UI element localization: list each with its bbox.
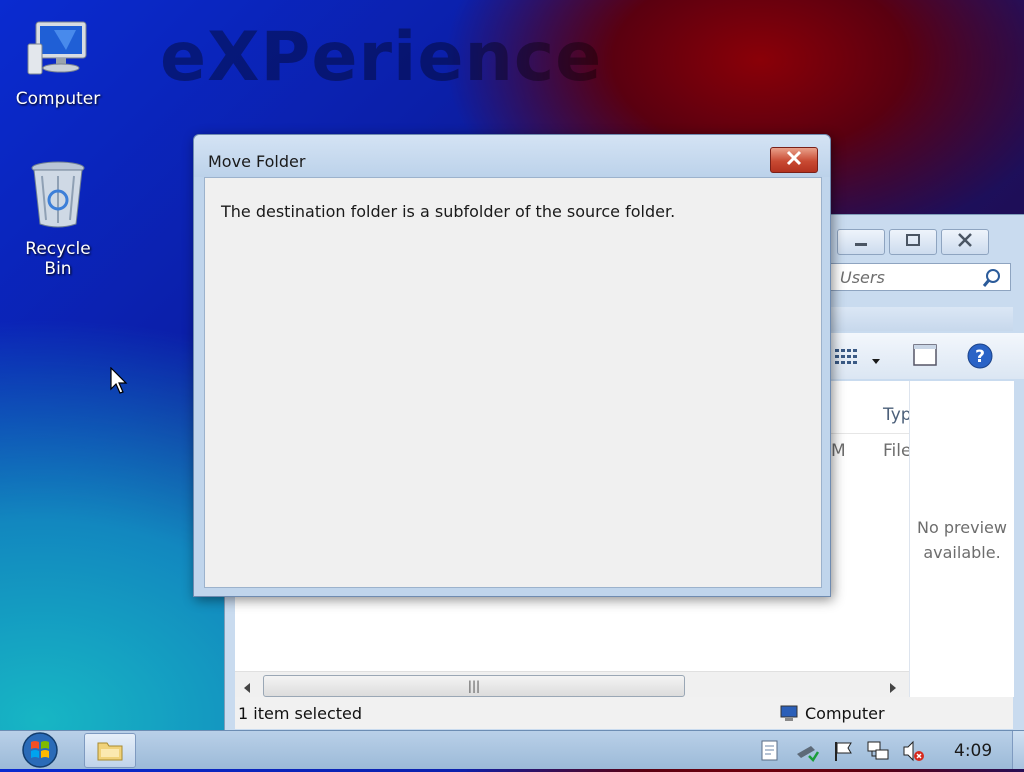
column-header[interactable]: Typ bbox=[831, 393, 912, 434]
computer-icon bbox=[13, 20, 103, 85]
search-input[interactable]: Users bbox=[825, 263, 1011, 291]
minimize-button[interactable] bbox=[837, 229, 885, 255]
status-selection: 1 item selected bbox=[238, 704, 363, 723]
wallpaper-watermark: eXPerience bbox=[160, 18, 603, 97]
desktop-icon-label: Computer bbox=[15, 89, 101, 109]
show-desktop-button[interactable] bbox=[1012, 731, 1024, 769]
network-icon[interactable] bbox=[866, 740, 889, 762]
menu-bar bbox=[825, 307, 1013, 331]
column-header-type: Typ bbox=[883, 405, 912, 425]
preview-pane: No preview available. bbox=[909, 381, 1014, 697]
minimize-icon bbox=[854, 233, 868, 251]
row-type-cell: File bbox=[883, 441, 912, 461]
close-button[interactable] bbox=[941, 229, 989, 255]
close-icon bbox=[957, 233, 973, 251]
recycle-bin-icon bbox=[13, 160, 103, 235]
network-tool-icon[interactable] bbox=[795, 740, 820, 762]
maximize-icon bbox=[905, 233, 921, 251]
close-icon bbox=[785, 150, 803, 170]
desktop-icon-label: Recycle Bin bbox=[25, 239, 91, 279]
preview-text-line1: No preview bbox=[917, 518, 1007, 537]
search-placeholder: Users bbox=[840, 268, 885, 287]
volume-muted-icon[interactable] bbox=[902, 740, 924, 762]
taskbar: 4:09 bbox=[0, 730, 1024, 769]
dialog-close-button[interactable] bbox=[770, 147, 818, 173]
start-button[interactable] bbox=[14, 732, 66, 768]
maximize-button[interactable] bbox=[889, 229, 937, 255]
action-center-flag-icon[interactable] bbox=[832, 740, 854, 762]
scrollbar-thumb[interactable]: ||| bbox=[263, 675, 685, 697]
taskbar-explorer-button[interactable] bbox=[84, 733, 136, 768]
views-icon[interactable] bbox=[835, 347, 861, 369]
folder-icon bbox=[97, 739, 123, 765]
scroll-right-icon[interactable] bbox=[889, 679, 897, 698]
help-icon[interactable]: ? bbox=[967, 343, 993, 373]
taskbar-clock[interactable]: 4:09 bbox=[954, 741, 992, 761]
desktop-icon-computer[interactable]: Computer bbox=[13, 20, 103, 109]
computer-small-icon bbox=[779, 705, 799, 727]
status-location: Computer bbox=[805, 704, 885, 723]
dialog-message: The destination folder is a subfolder of… bbox=[221, 202, 676, 221]
chevron-down-icon[interactable] bbox=[871, 351, 881, 370]
table-row[interactable]: M File bbox=[831, 437, 912, 465]
status-bar: 1 item selected Computer bbox=[235, 697, 1013, 729]
svg-text:?: ? bbox=[975, 347, 985, 367]
notes-icon[interactable] bbox=[760, 740, 782, 762]
dialog-body: The destination folder is a subfolder of… bbox=[204, 177, 822, 588]
move-folder-dialog: Move Folder The destination folder is a … bbox=[193, 134, 831, 597]
mouse-cursor-icon bbox=[110, 366, 128, 399]
preview-pane-icon[interactable] bbox=[913, 343, 937, 371]
desktop-icon-recycle-bin[interactable]: Recycle Bin bbox=[13, 160, 103, 279]
dialog-title: Move Folder bbox=[208, 152, 306, 171]
horizontal-scrollbar[interactable]: ||| bbox=[235, 671, 909, 698]
windows-logo-icon bbox=[14, 732, 66, 772]
dialog-titlebar[interactable]: Move Folder bbox=[194, 135, 830, 177]
preview-text-line2: available. bbox=[923, 543, 1001, 562]
scroll-left-icon[interactable] bbox=[243, 679, 251, 698]
row-date-cell: M bbox=[831, 441, 846, 461]
search-icon[interactable] bbox=[982, 268, 1002, 297]
